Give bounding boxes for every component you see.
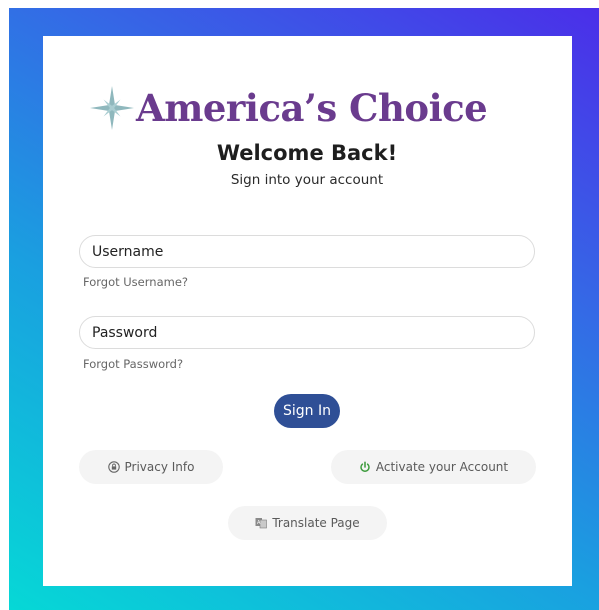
brand-logo: America’s Choice bbox=[90, 86, 488, 130]
privacy-info-label: Privacy Info bbox=[124, 460, 195, 474]
activate-account-button[interactable]: Activate your Account bbox=[331, 450, 536, 484]
translate-page-label: Translate Page bbox=[272, 516, 360, 530]
page-title: Welcome Back! bbox=[216, 141, 398, 165]
brand-name: America’s Choice bbox=[136, 86, 488, 130]
forgot-password-link[interactable]: Forgot Password? bbox=[83, 357, 183, 371]
translate-icon: A bbox=[255, 517, 268, 529]
activate-account-label: Activate your Account bbox=[375, 460, 509, 474]
four-point-star-icon bbox=[90, 86, 134, 130]
lock-icon bbox=[107, 461, 120, 473]
password-input[interactable] bbox=[79, 316, 535, 349]
forgot-username-link[interactable]: Forgot Username? bbox=[83, 275, 188, 289]
privacy-info-button[interactable]: Privacy Info bbox=[79, 450, 223, 484]
username-input[interactable] bbox=[79, 235, 535, 268]
translate-page-button[interactable]: A Translate Page bbox=[228, 506, 387, 540]
page-subtitle: Sign into your account bbox=[230, 172, 384, 188]
sign-in-button[interactable]: Sign In bbox=[274, 394, 340, 428]
svg-text:A: A bbox=[257, 520, 261, 526]
power-icon bbox=[359, 461, 371, 473]
